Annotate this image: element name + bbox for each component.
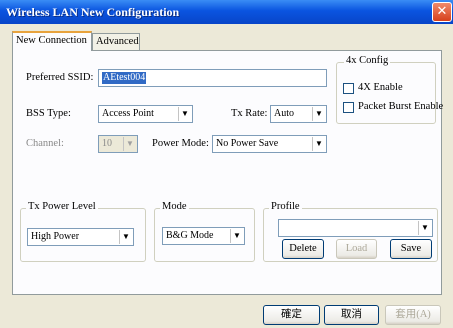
apply-button[interactable]: 套用(A) — [385, 305, 441, 325]
ssid-value: AEtest004 — [102, 72, 147, 84]
ok-button[interactable]: 確定 — [263, 305, 320, 325]
channel-value: 10 — [102, 138, 112, 149]
tab-advanced[interactable]: Advanced — [92, 33, 140, 51]
chevron-down-icon: ▼ — [418, 221, 431, 235]
profile-legend: Profile — [269, 201, 302, 212]
save-button[interactable]: Save — [390, 239, 432, 259]
chevron-down-icon: ▼ — [312, 137, 325, 151]
bss-type-select[interactable]: Access Point ▼ — [98, 105, 193, 123]
cancel-button[interactable]: 取消 — [324, 305, 379, 325]
ssid-label: Preferred SSID: — [26, 72, 94, 83]
window-title: Wireless LAN New Configuration — [6, 5, 180, 19]
close-icon: ✕ — [436, 4, 448, 19]
tab-new-connection[interactable]: New Connection — [12, 31, 92, 51]
4x-enable-label: 4X Enable — [358, 82, 403, 93]
bss-type-label: BSS Type: — [26, 108, 71, 119]
tx-power-select[interactable]: High Power ▼ — [27, 228, 134, 246]
4x-enable-checkbox[interactable] — [343, 83, 354, 94]
packet-burst-checkbox[interactable] — [343, 102, 354, 113]
chevron-down-icon: ▼ — [119, 230, 132, 244]
channel-label: Channel: — [26, 138, 64, 149]
power-mode-label: Power Mode: — [152, 138, 209, 149]
chevron-down-icon: ▼ — [178, 107, 191, 121]
close-button[interactable]: ✕ — [432, 2, 452, 22]
tx-power-legend: Tx Power Level — [26, 201, 98, 212]
ssid-input[interactable]: AEtest004 — [98, 69, 327, 87]
tx-rate-value: Auto — [274, 108, 294, 119]
mode-legend: Mode — [160, 201, 189, 212]
tx-power-value: High Power — [31, 231, 80, 242]
chevron-down-icon: ▼ — [123, 137, 136, 151]
mode-value: B&G Mode — [166, 230, 214, 241]
tx-rate-label: Tx Rate: — [231, 108, 268, 119]
load-button[interactable]: Load — [336, 239, 377, 259]
mode-select[interactable]: B&G Mode ▼ — [162, 227, 245, 245]
profile-select[interactable]: ▼ — [278, 219, 433, 237]
delete-button[interactable]: Delete — [282, 239, 324, 259]
bss-type-value: Access Point — [102, 108, 154, 119]
channel-select[interactable]: 10 ▼ — [98, 135, 138, 153]
power-mode-select[interactable]: No Power Save ▼ — [212, 135, 327, 153]
tx-rate-select[interactable]: Auto ▼ — [270, 105, 327, 123]
4x-config-legend: 4x Config — [344, 55, 391, 66]
chevron-down-icon: ▼ — [312, 107, 325, 121]
packet-burst-label: Packet Burst Enable — [358, 101, 444, 112]
chevron-down-icon: ▼ — [230, 229, 243, 243]
power-mode-value: No Power Save — [216, 138, 279, 149]
